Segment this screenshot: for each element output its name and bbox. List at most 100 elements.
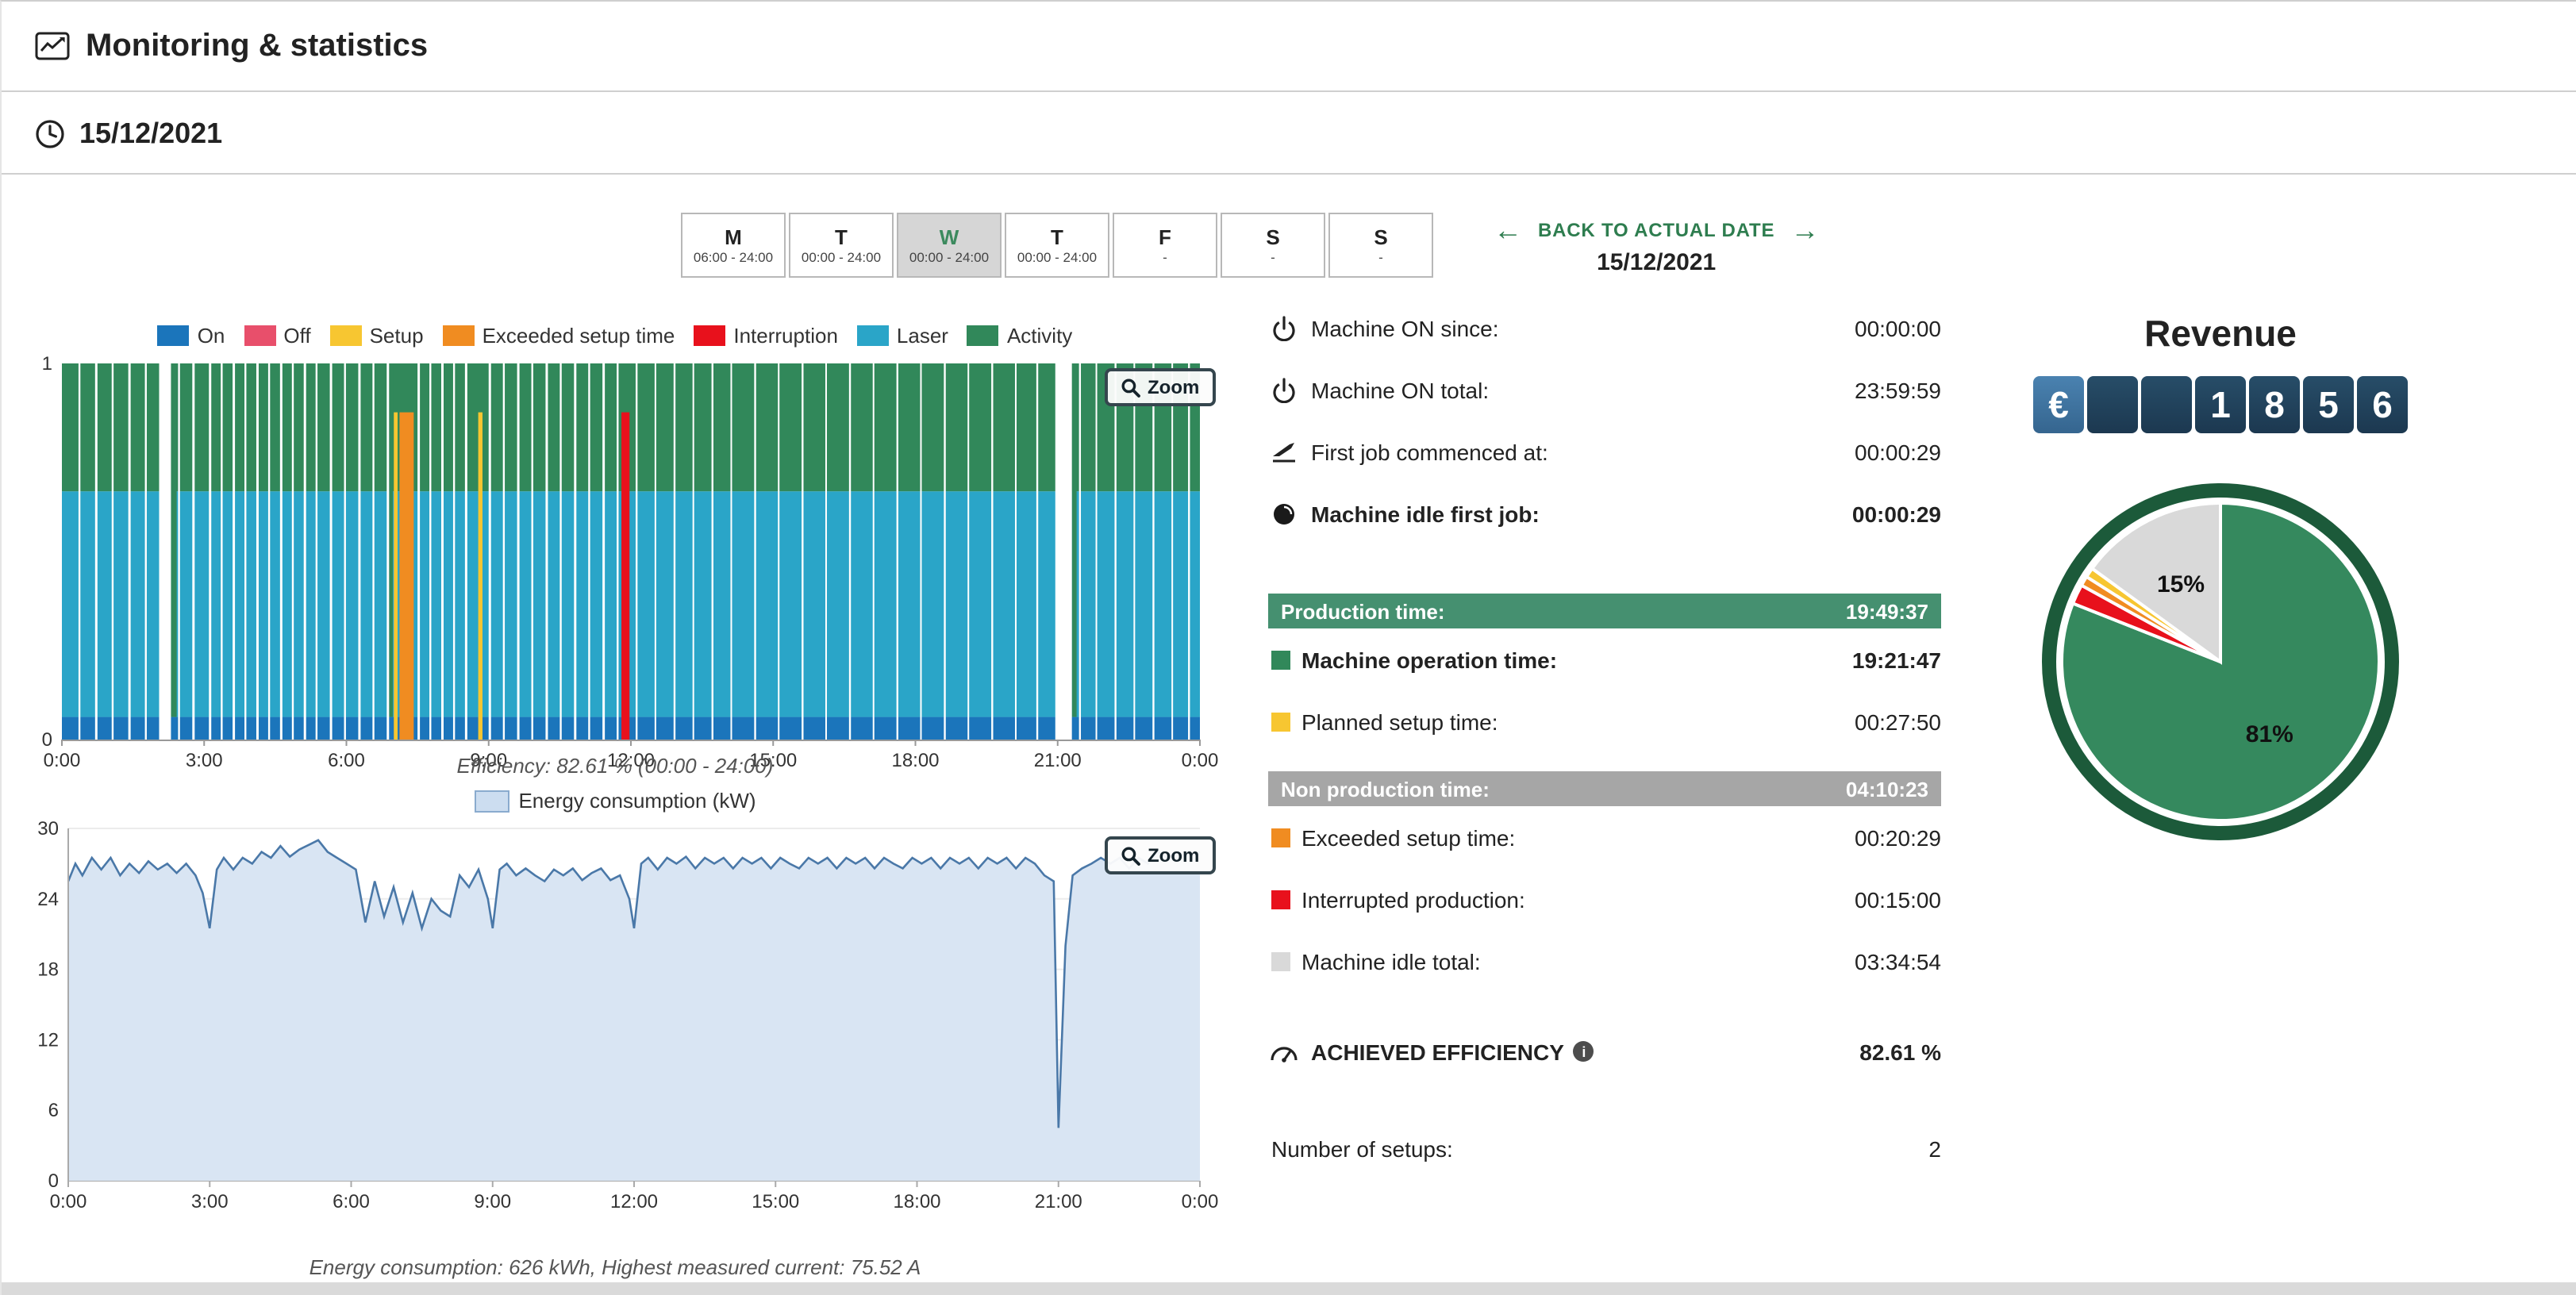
- stat-label: First job commenced at:: [1311, 439, 1548, 464]
- digit-tile: 5: [2303, 376, 2354, 433]
- production-time-header: Production time: 19:49:37: [1268, 594, 1941, 628]
- day-tuesday[interactable]: T 00:00 - 24:00: [789, 213, 894, 278]
- stat-value: 19:21:47: [1852, 647, 1941, 672]
- day-label: W: [940, 225, 959, 248]
- monitoring-icon: [35, 32, 70, 60]
- setups-label: Number of setups:: [1271, 1136, 1453, 1161]
- svg-text:81%: 81%: [2246, 721, 2293, 747]
- power-icon: [1268, 315, 1300, 340]
- exceeded-setup-swatch: [1271, 828, 1290, 847]
- day-friday[interactable]: F -: [1113, 213, 1217, 278]
- legend-swatch-activity: [967, 325, 999, 346]
- day-label: S: [1374, 225, 1387, 248]
- stat-row-planned-setup-time: Planned setup time: 00:27:50: [1268, 690, 1941, 752]
- clock-icon: [35, 118, 65, 148]
- stat-row-machine-operation-time: Machine operation time: 19:21:47: [1268, 628, 1941, 690]
- stat-value: 23:59:59: [1855, 377, 1941, 402]
- setups-value: 2: [1928, 1136, 1941, 1161]
- stat-label: Planned setup time:: [1301, 709, 1498, 734]
- achieved-efficiency-row: ACHIEVED EFFICIENCY i 82.61 %: [1268, 1020, 1941, 1082]
- svg-text:15%: 15%: [2157, 571, 2205, 598]
- efficiency-label: ACHIEVED EFFICIENCY: [1311, 1039, 1564, 1064]
- day-range: -: [1163, 248, 1167, 266]
- energy-consumption-chart: 06121824300:003:006:009:0012:0015:0018:0…: [30, 820, 1260, 1252]
- energy-legend-label: Energy consumption (kW): [518, 789, 755, 813]
- svg-text:18: 18: [37, 959, 59, 981]
- magnifier-icon: [1121, 845, 1141, 866]
- selected-date: 15/12/2021: [1597, 249, 1716, 276]
- header-label: Non production time:: [1281, 777, 1490, 801]
- idle-swatch: [1271, 951, 1290, 970]
- machine-idle-icon: [1268, 501, 1300, 526]
- back-to-actual-date-button[interactable]: BACK TO ACTUAL DATE: [1538, 219, 1774, 241]
- stat-label: Machine ON total:: [1311, 377, 1489, 402]
- timeline-zoom-button[interactable]: Zoom: [1105, 368, 1215, 406]
- legend-item-setup: Setup: [330, 324, 424, 348]
- legend-item-laser: Laser: [857, 324, 948, 348]
- setup-swatch: [1271, 712, 1290, 731]
- date-header: 15/12/2021: [2, 94, 2576, 175]
- legend-swatch-interruption: [694, 325, 725, 346]
- stat-label: Machine operation time:: [1301, 647, 1557, 672]
- energy-zoom-button[interactable]: Zoom: [1105, 836, 1215, 874]
- svg-text:9:00: 9:00: [474, 1191, 511, 1212]
- header-value: 04:10:23: [1846, 777, 1928, 801]
- digit-tile: [2087, 376, 2138, 433]
- revenue-panel: Revenue € 1 8 5 6 81% 15%: [2017, 313, 2424, 852]
- legend-swatch-setup: [330, 325, 362, 346]
- day-range: 00:00 - 24:00: [909, 248, 989, 266]
- interruption-swatch: [1271, 890, 1290, 909]
- stat-label: Machine idle total:: [1301, 948, 1481, 974]
- digit-tile: 1: [2195, 376, 2246, 433]
- revenue-pie-wrap: 81% 15%: [2017, 471, 2424, 852]
- legend-label: Interruption: [733, 324, 838, 348]
- next-day-arrow[interactable]: →: [1790, 216, 1819, 244]
- horizontal-scrollbar[interactable]: [2, 1282, 2576, 1295]
- info-icon[interactable]: i: [1574, 1041, 1594, 1062]
- revenue-counter: € 1 8 5 6: [2017, 376, 2424, 433]
- svg-text:0: 0: [48, 1170, 59, 1192]
- takeoff-icon: [1268, 439, 1300, 464]
- stat-label: Machine idle first job:: [1311, 501, 1540, 526]
- stat-row-machine-idle-total: Machine idle total: 03:34:54: [1268, 930, 1941, 992]
- efficiency-value: 82.61 %: [1859, 1039, 1941, 1064]
- zoom-label: Zoom: [1148, 844, 1199, 867]
- svg-text:6: 6: [48, 1100, 59, 1121]
- stat-value: 00:00:29: [1855, 439, 1941, 464]
- day-range: 00:00 - 24:00: [1017, 248, 1097, 266]
- legend-swatch-off: [244, 325, 275, 346]
- day-label: S: [1266, 225, 1279, 248]
- day-wednesday-selected[interactable]: W 00:00 - 24:00: [897, 213, 1002, 278]
- day-sunday[interactable]: S -: [1328, 213, 1433, 278]
- legend-label: On: [198, 324, 225, 348]
- day-monday[interactable]: M 06:00 - 24:00: [681, 213, 786, 278]
- stats-panel: Machine ON since: 00:00:00 Machine ON to…: [1268, 297, 1941, 1179]
- legend-item-off: Off: [244, 324, 310, 348]
- svg-text:0: 0: [42, 729, 52, 751]
- svg-text:12: 12: [37, 1029, 59, 1051]
- legend-swatch-laser: [857, 325, 889, 346]
- legend-label: Off: [283, 324, 310, 348]
- day-thursday[interactable]: T 00:00 - 24:00: [1005, 213, 1109, 278]
- prev-day-arrow[interactable]: ←: [1494, 216, 1522, 244]
- app-header: Monitoring & statistics: [2, 2, 2576, 92]
- day-label: T: [1051, 225, 1063, 248]
- machine-state-chart: 0:003:006:009:0012:0015:0018:0021:000:00…: [30, 351, 1260, 773]
- day-saturday[interactable]: S -: [1221, 213, 1325, 278]
- efficiency-caption: Efficiency: 82.61 % (00:00 - 24:00): [30, 754, 1200, 778]
- revenue-title: Revenue: [2017, 313, 2424, 355]
- stat-row-machine-idle-first-job: Machine idle first job: 00:00:29: [1268, 482, 1941, 544]
- magnifier-icon: [1121, 377, 1141, 398]
- legend-label: Laser: [897, 324, 948, 348]
- legend-label: Activity: [1007, 324, 1072, 348]
- legend-item-interruption: Interruption: [694, 324, 838, 348]
- non-production-time-header: Non production time: 04:10:23: [1268, 771, 1941, 806]
- day-label: F: [1159, 225, 1171, 248]
- header-value: 19:49:37: [1846, 599, 1928, 623]
- svg-text:3:00: 3:00: [191, 1191, 229, 1212]
- svg-text:18:00: 18:00: [893, 1191, 940, 1212]
- stat-label: Machine ON since:: [1311, 315, 1499, 340]
- stat-row-machine-on-total: Machine ON total: 23:59:59: [1268, 359, 1941, 421]
- digit-tile: 8: [2249, 376, 2300, 433]
- week-selector: M 06:00 - 24:00 T 00:00 - 24:00 W 00:00 …: [681, 213, 1819, 278]
